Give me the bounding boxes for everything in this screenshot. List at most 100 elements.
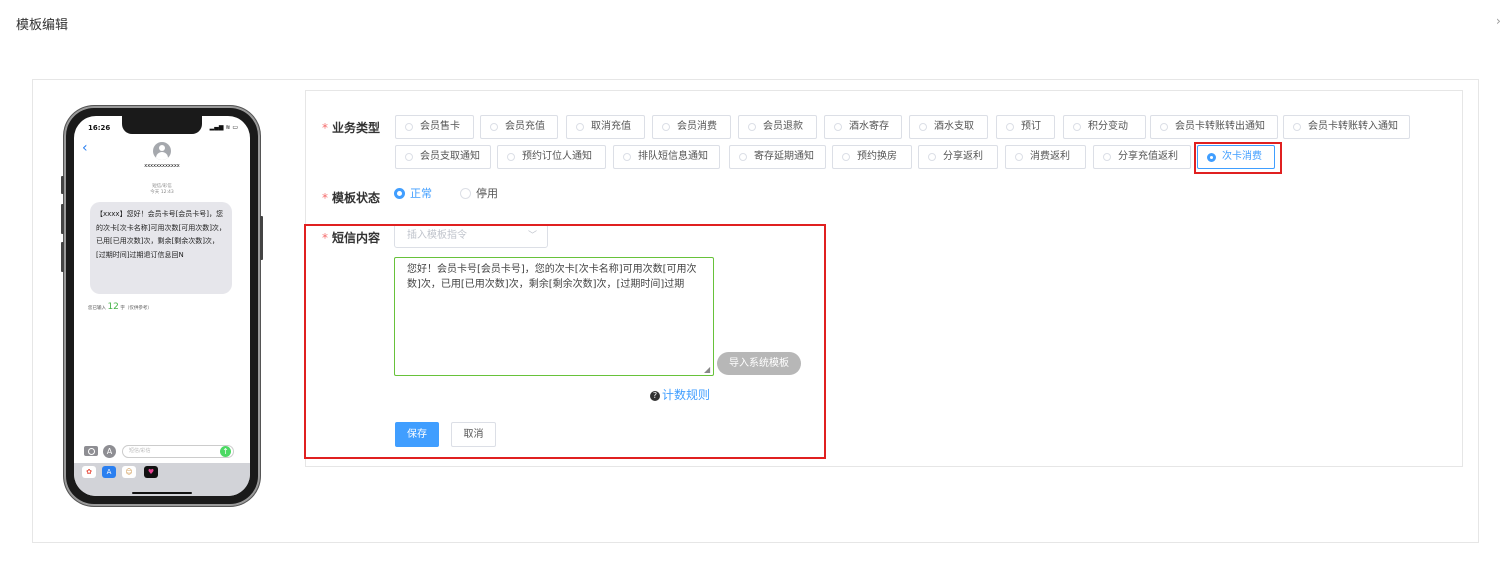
chevron-right-icon[interactable]: › — [1496, 14, 1504, 28]
business-type-option-label: 预订 — [1021, 121, 1041, 132]
business-type-option-label: 预约换房 — [857, 151, 897, 162]
business-type-option-label: 酒水支取 — [934, 121, 974, 132]
back-chevron-icon: ‹ — [82, 140, 88, 156]
status-radio-disabled[interactable]: 停用 — [460, 187, 498, 201]
sms-meta-time: 今天 12:43 — [150, 190, 174, 195]
counter-value: 12 — [107, 302, 119, 312]
send-icon: ↑ — [220, 446, 231, 457]
business-type-option-label: 排队短信息通知 — [638, 151, 708, 162]
import-system-template-button[interactable]: 导入系统模板 — [717, 352, 801, 375]
business-type-option[interactable]: 预约换房 — [832, 145, 912, 169]
business-type-option[interactable]: 分享充值返利 — [1093, 145, 1191, 169]
business-type-option[interactable]: 酒水寄存 — [824, 115, 902, 139]
phone-notch — [122, 116, 202, 134]
radio-dot-icon — [834, 123, 842, 131]
radio-dot-icon — [1073, 123, 1081, 131]
business-type-option[interactable]: 取消充值 — [566, 115, 645, 139]
resize-grip-icon[interactable]: ◢ — [704, 366, 712, 374]
business-type-option[interactable]: 排队短信息通知 — [613, 145, 720, 169]
counter-suffix: 字（仅供参考） — [120, 306, 152, 311]
radio-dot-icon — [405, 153, 413, 161]
question-icon: ? — [650, 391, 660, 401]
business-type-option[interactable]: 会员卡转账转出通知 — [1150, 115, 1278, 139]
status-radio-normal[interactable]: 正常 — [394, 187, 432, 201]
phone-mute-switch — [61, 176, 64, 194]
insert-directive-placeholder: 插入模板指令 — [407, 230, 467, 241]
business-type-option[interactable]: 会员消费 — [652, 115, 731, 139]
appstore-icon: A — [103, 445, 116, 458]
business-type-option-label: 会员退款 — [763, 121, 803, 132]
business-type-option-label: 消费返利 — [1030, 151, 1070, 162]
template-status-label-text: 模板状态 — [332, 191, 381, 205]
business-type-option-label: 分享返利 — [943, 151, 983, 162]
business-type-option-label: 会员卡转账转入通知 — [1308, 121, 1398, 132]
business-type-label-text: 业务类型 — [332, 121, 381, 135]
business-type-option-label: 会员支取通知 — [420, 151, 480, 162]
business-type-option[interactable]: 预约订位人通知 — [497, 145, 606, 169]
business-type-option[interactable]: 会员退款 — [738, 115, 817, 139]
cancel-button[interactable]: 取消 — [451, 422, 496, 447]
phone-screen: 16:26 ▂▄▆ ≋ ▭ ‹ xxxxxxxxxxxx 短信/彩信 今天 12… — [74, 116, 250, 496]
save-button[interactable]: 保存 — [395, 422, 439, 447]
chevron-down-icon: ﹀ — [527, 231, 537, 241]
business-type-option[interactable]: 会员支取通知 — [395, 145, 491, 169]
count-rules-label: 计数规则 — [662, 388, 711, 402]
business-type-option[interactable]: 分享返利 — [918, 145, 998, 169]
sms-meta: 短信/彩信 今天 12:43 — [74, 184, 250, 196]
sms-content-label-text: 短信内容 — [332, 231, 381, 245]
radio-dot-icon — [490, 123, 498, 131]
camera-icon — [84, 446, 98, 456]
business-type-option-label: 会员卡转账转出通知 — [1175, 121, 1265, 132]
business-type-option-label: 取消充值 — [591, 121, 631, 132]
business-type-option-label: 积分变动 — [1088, 121, 1128, 132]
business-type-option[interactable]: 会员充值 — [480, 115, 558, 139]
business-type-option-label: 会员充值 — [505, 121, 545, 132]
business-type-label: * 业务类型 — [322, 121, 381, 135]
appstore-app-icon: A — [102, 466, 116, 478]
contact-name: xxxxxxxxxxxx — [144, 163, 180, 169]
template-status-label: * 模板状态 — [322, 191, 381, 205]
status-radio-disabled-label: 停用 — [476, 187, 498, 200]
photos-app-icon: ✿ — [82, 466, 96, 478]
digital-touch-app-icon: ♥ — [144, 466, 158, 478]
char-counter: 您已输入 12 字（仅供参考） — [88, 302, 152, 312]
avatar — [153, 142, 171, 160]
business-type-option[interactable]: 会员卡转账转入通知 — [1283, 115, 1410, 139]
home-indicator — [132, 492, 192, 494]
phone-power-button — [260, 216, 263, 260]
radio-dot-icon — [405, 123, 413, 131]
radio-dot-icon — [739, 153, 747, 161]
business-type-option[interactable]: 会员售卡 — [395, 115, 474, 139]
business-type-option[interactable]: 消费返利 — [1005, 145, 1086, 169]
phone-volume-up — [61, 204, 64, 234]
business-type-option-label: 会员售卡 — [420, 121, 460, 132]
sms-content-textarea[interactable]: 您好！会员卡号[会员卡号]，您的次卡[次卡名称]可用次数[可用次数]次，已用[已… — [394, 257, 714, 376]
business-type-option-label: 预约订位人通知 — [522, 151, 592, 162]
insert-directive-select[interactable]: 插入模板指令 ﹀ — [394, 224, 548, 248]
radio-dot-icon — [1293, 123, 1301, 131]
sms-bubble: 【xxxx】您好！会员卡号[会员卡号]，您的次卡[次卡名称]可用次数[可用次数]… — [90, 202, 232, 294]
count-rules-link[interactable]: ? 计数规则 — [650, 386, 710, 403]
business-type-option[interactable]: 预订 — [996, 115, 1055, 139]
status-icons: ▂▄▆ ≋ ▭ — [209, 124, 238, 131]
business-type-option-label: 酒水寄存 — [849, 121, 889, 132]
business-type-option-label: 会员消费 — [677, 121, 717, 132]
radio-dot-icon — [1103, 153, 1111, 161]
phone-volume-down — [61, 242, 64, 272]
business-type-option[interactable]: 积分变动 — [1063, 115, 1146, 139]
radio-dot-icon — [928, 153, 936, 161]
radio-dot-icon — [842, 153, 850, 161]
business-type-option[interactable]: 次卡消费 — [1197, 145, 1275, 169]
message-field: 短信/彩信 — [122, 445, 234, 458]
status-time: 16:26 — [88, 124, 111, 132]
business-type-option[interactable]: 酒水支取 — [909, 115, 988, 139]
business-type-option-label: 次卡消费 — [1222, 151, 1262, 162]
sms-content-label: * 短信内容 — [322, 231, 381, 245]
business-type-option[interactable]: 寄存延期通知 — [729, 145, 826, 169]
counter-prefix: 您已输入 — [88, 306, 106, 311]
radio-dot-icon — [507, 153, 515, 161]
radio-dot-icon — [1160, 123, 1168, 131]
radio-dot-icon — [919, 123, 927, 131]
radio-dot-icon — [1006, 123, 1014, 131]
radio-dot-icon — [1207, 153, 1216, 162]
